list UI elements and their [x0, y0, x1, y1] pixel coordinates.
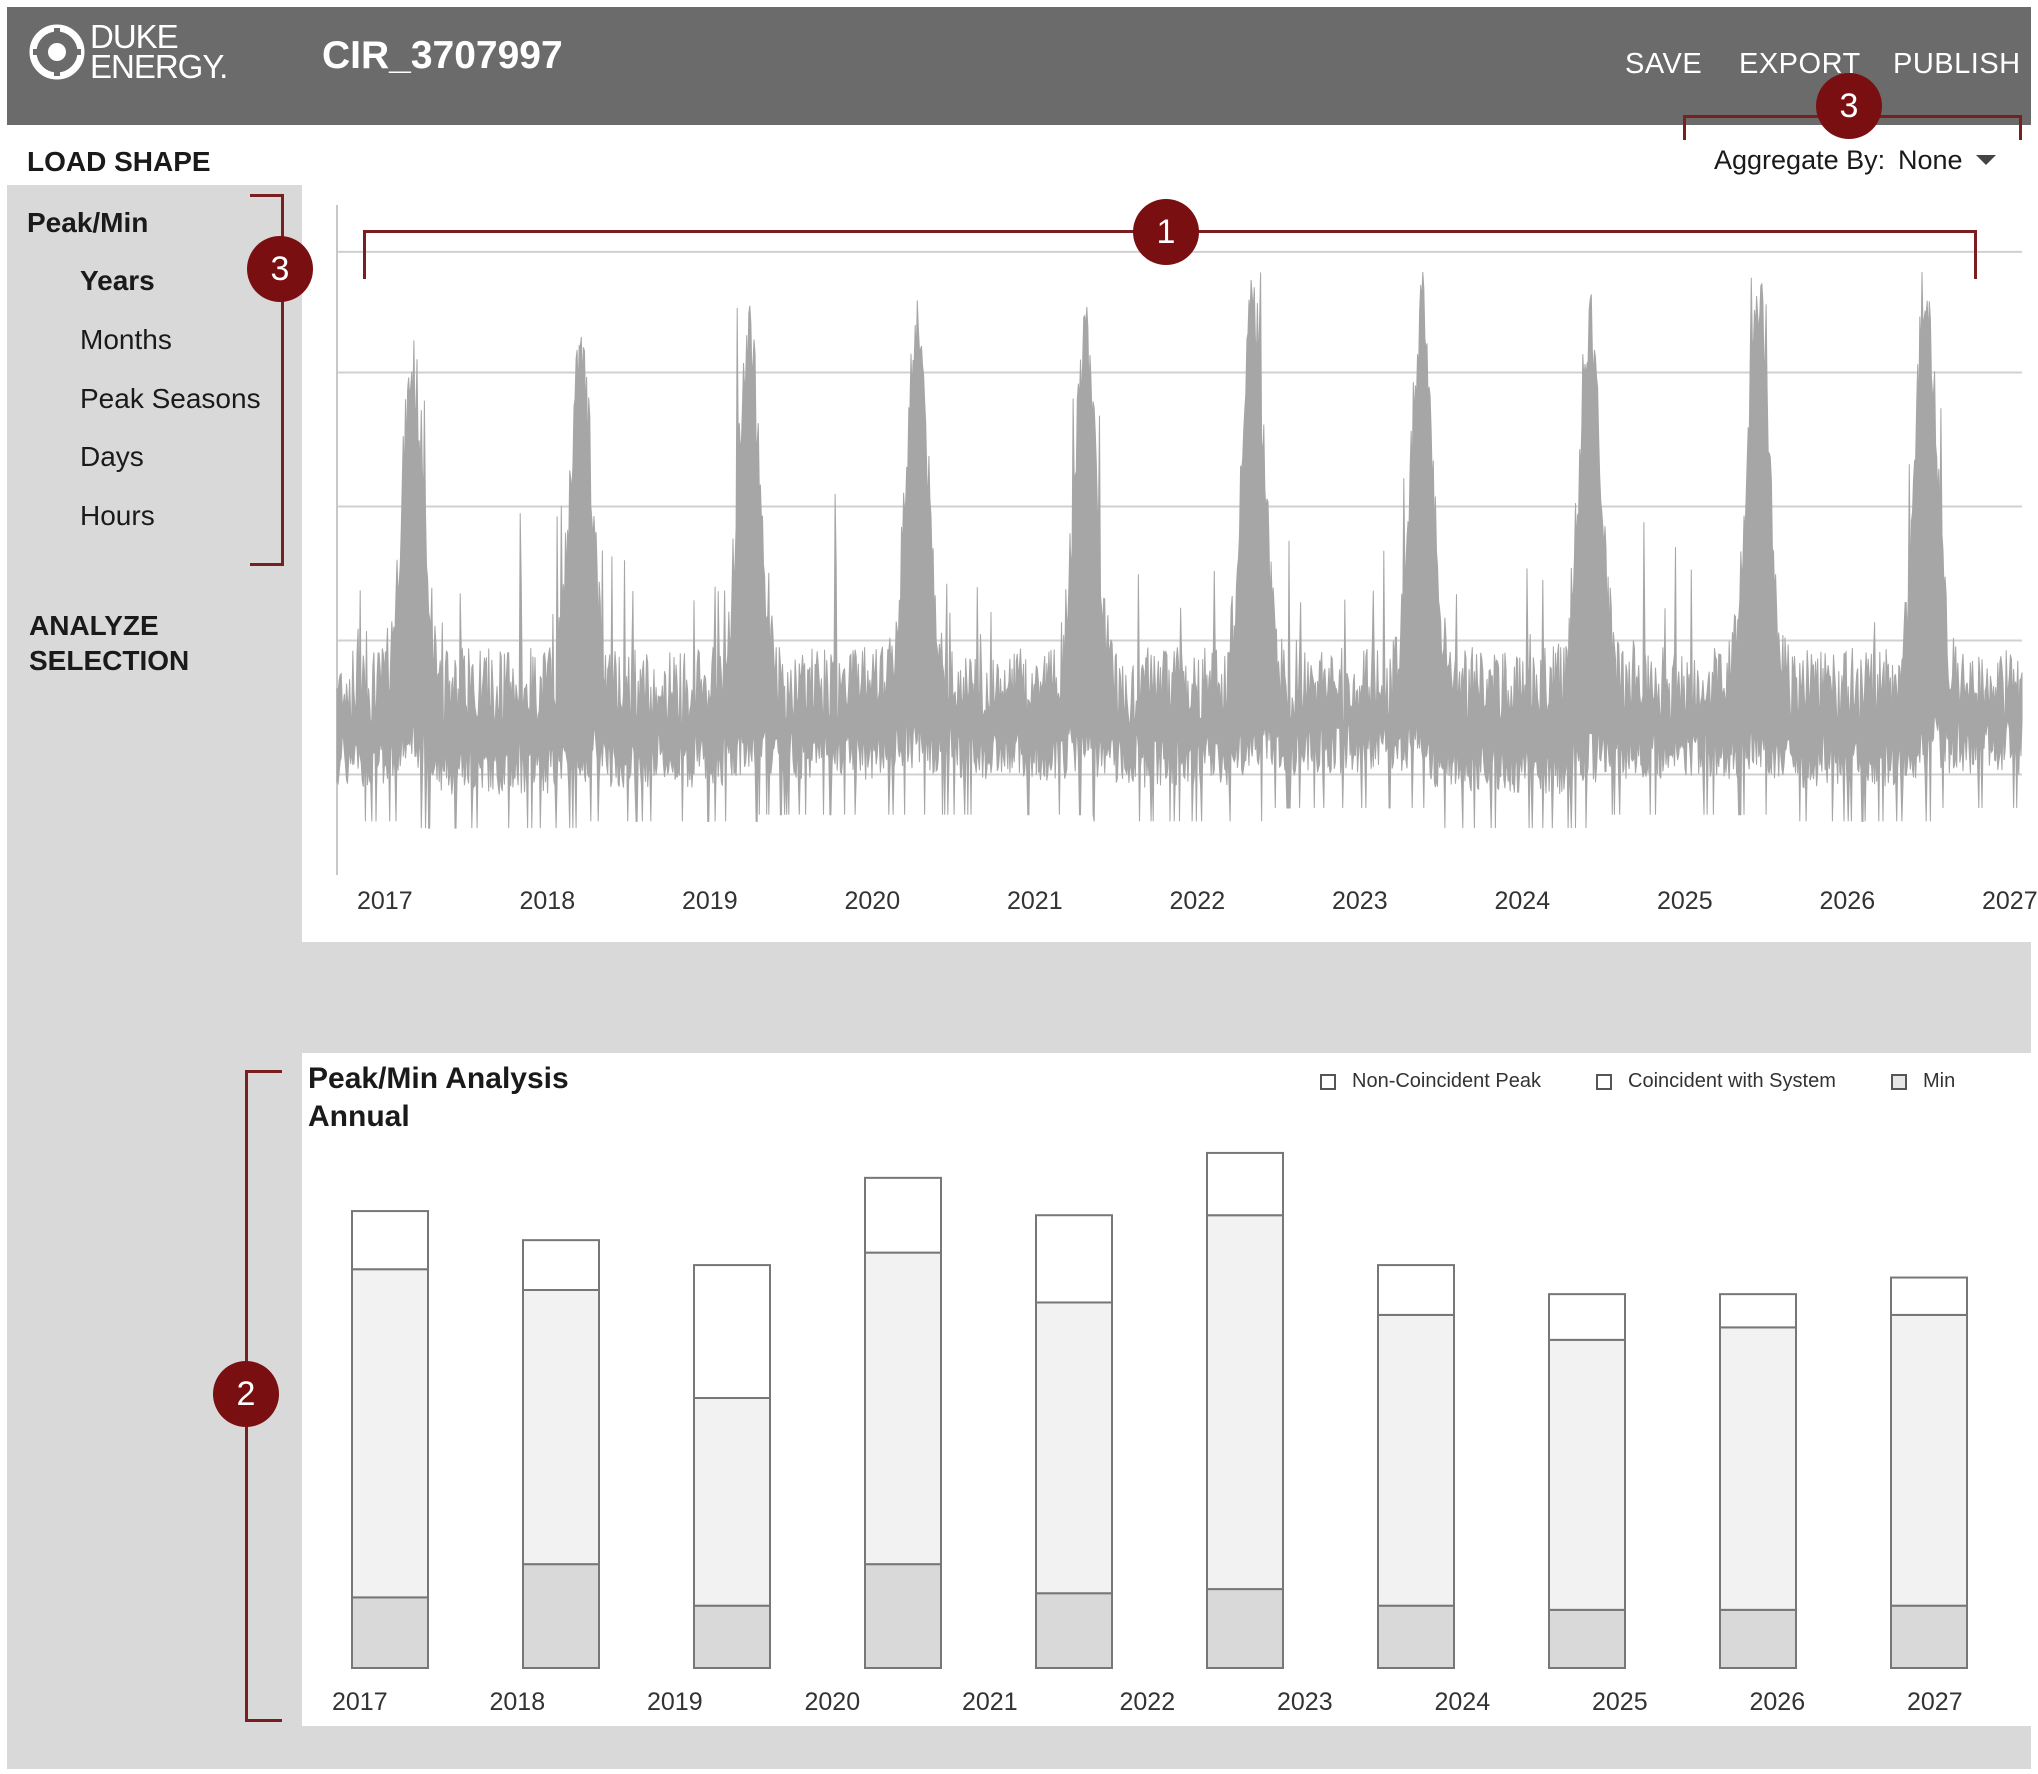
annotation-badge-2: 2 [213, 1361, 279, 1427]
sidebar-section-peak-min[interactable]: Peak/Min [27, 207, 148, 239]
bar-non-coincident-peak-2022 [1206, 1151, 1284, 1217]
analyze-selection-button[interactable]: ANALYZE SELECTION [29, 608, 189, 678]
publish-button[interactable]: PUBLISH [1893, 48, 2021, 81]
sidebar-item-days[interactable]: Days [80, 441, 144, 473]
bar-min-2022 [1206, 1588, 1284, 1669]
sidebar-item-months[interactable]: Months [80, 324, 172, 356]
x-tick-label: 2027 [1982, 887, 2038, 915]
bar-coincident-with-system-2017 [351, 1268, 429, 1599]
bar-min-2021 [1035, 1592, 1113, 1670]
logo-text-energy: ENERGY. [90, 48, 228, 85]
bar-min-2018 [522, 1563, 600, 1669]
sidebar-item-peak-seasons[interactable]: Peak Seasons [80, 383, 261, 415]
selection-label: SELECTION [29, 645, 190, 676]
x-tick-label: 2020 [844, 887, 901, 915]
x-tick-label: 2026 [1819, 887, 1876, 915]
sidebar-item-hours[interactable]: Hours [80, 500, 155, 532]
bar-non-coincident-peak-2021 [1035, 1214, 1113, 1304]
bar-non-coincident-peak-2019 [693, 1264, 771, 1399]
x-tick-label: 2024 [1494, 887, 1551, 915]
bar-non-coincident-peak-2023 [1377, 1264, 1455, 1316]
chart-title: Peak/Min Analysis [308, 1062, 569, 1095]
chart-subtitle: Annual [308, 1100, 410, 1133]
chevron-down-icon[interactable] [1976, 155, 1996, 165]
analyze-label: ANALYZE [29, 610, 159, 641]
peak-min-title: Peak/Min Analysis Annual [308, 1060, 569, 1136]
bar-min-2023 [1377, 1604, 1455, 1670]
x-tick-label: 2023 [1277, 1688, 1333, 1716]
bar-non-coincident-peak-2018 [522, 1239, 600, 1291]
aggregate-by-dropdown[interactable]: None [1898, 145, 1963, 176]
bar-non-coincident-peak-2024 [1548, 1293, 1626, 1341]
bar-min-2020 [864, 1563, 942, 1669]
sidebar-item-years[interactable]: Years [80, 265, 155, 297]
bar-non-coincident-peak-2017 [351, 1210, 429, 1271]
bar-coincident-with-system-2018 [522, 1289, 600, 1566]
peak-min-plot [351, 1151, 1968, 1670]
legend-label: Coincident with System [1628, 1070, 1836, 1092]
x-tick-label: 2019 [682, 887, 738, 915]
bar-non-coincident-peak-2020 [864, 1176, 942, 1254]
legend-min[interactable]: Min [1891, 1070, 1955, 1093]
duke-energy-logo: DUKE ENERGY. [28, 18, 228, 90]
legend-checkbox[interactable] [1320, 1073, 1336, 1090]
bar-min-2025 [1719, 1608, 1797, 1669]
logo-mark-icon [29, 24, 85, 80]
bar-coincident-with-system-2026 [1890, 1313, 1968, 1607]
bar-non-coincident-peak-2025 [1719, 1293, 1797, 1329]
load-series-area [336, 271, 2023, 829]
load-shape-chart[interactable] [302, 185, 2031, 942]
x-tick-label: 2026 [1749, 1688, 1806, 1716]
x-tick-label: 2025 [1592, 1688, 1648, 1716]
legend-checkbox[interactable] [1596, 1073, 1612, 1090]
bar-min-2024 [1548, 1608, 1626, 1669]
bar-coincident-with-system-2019 [693, 1397, 771, 1607]
annotation-badge-1: 1 [1133, 199, 1199, 265]
annotation-badge-3-left: 3 [247, 236, 313, 302]
save-button[interactable]: SAVE [1625, 48, 1702, 81]
x-tick-label: 2018 [519, 887, 576, 915]
x-tick-label: 2027 [1907, 1688, 1963, 1716]
x-tick-label: 2021 [1007, 887, 1063, 915]
legend-label: Min [1923, 1070, 1956, 1092]
bar-non-coincident-peak-2026 [1890, 1276, 1968, 1316]
x-tick-label: 2021 [962, 1688, 1018, 1716]
x-tick-label: 2017 [332, 1688, 388, 1716]
x-tick-label: 2022 [1169, 887, 1226, 915]
load-shape-plot [336, 205, 2023, 875]
document-title: CIR_3707997 [322, 34, 563, 77]
bar-coincident-with-system-2022 [1206, 1214, 1284, 1591]
bar-coincident-with-system-2025 [1719, 1326, 1797, 1611]
load-shape-title: LOAD SHAPE [27, 146, 211, 177]
legend-checkbox[interactable] [1891, 1073, 1907, 1090]
legend-coincident-with-system[interactable]: Coincident with System [1596, 1070, 1836, 1093]
x-tick-label: 2024 [1434, 1688, 1491, 1716]
bar-coincident-with-system-2024 [1548, 1338, 1626, 1611]
legend-label: Non-Coincident Peak [1352, 1070, 1541, 1092]
bar-min-2026 [1890, 1604, 1968, 1670]
bar-min-2017 [351, 1596, 429, 1670]
x-tick-label: 2020 [804, 1688, 861, 1716]
bar-coincident-with-system-2020 [864, 1251, 942, 1566]
bar-coincident-with-system-2023 [1377, 1313, 1455, 1607]
x-tick-label: 2023 [1332, 887, 1388, 915]
annotation-badge-3-top: 3 [1816, 73, 1882, 139]
legend-non-coincident-peak[interactable]: Non-Coincident Peak [1320, 1070, 1541, 1093]
x-tick-label: 2017 [357, 887, 413, 915]
x-tick-label: 2022 [1119, 1688, 1176, 1716]
bar-min-2019 [693, 1604, 771, 1670]
x-tick-label: 2019 [647, 1688, 703, 1716]
aggregate-by-label: Aggregate By: [1714, 145, 1886, 175]
x-tick-label: 2018 [489, 1688, 546, 1716]
top-bar [7, 7, 2031, 125]
x-tick-label: 2025 [1657, 887, 1713, 915]
peak-min-chart [302, 1053, 2031, 1726]
bar-coincident-with-system-2021 [1035, 1301, 1113, 1595]
